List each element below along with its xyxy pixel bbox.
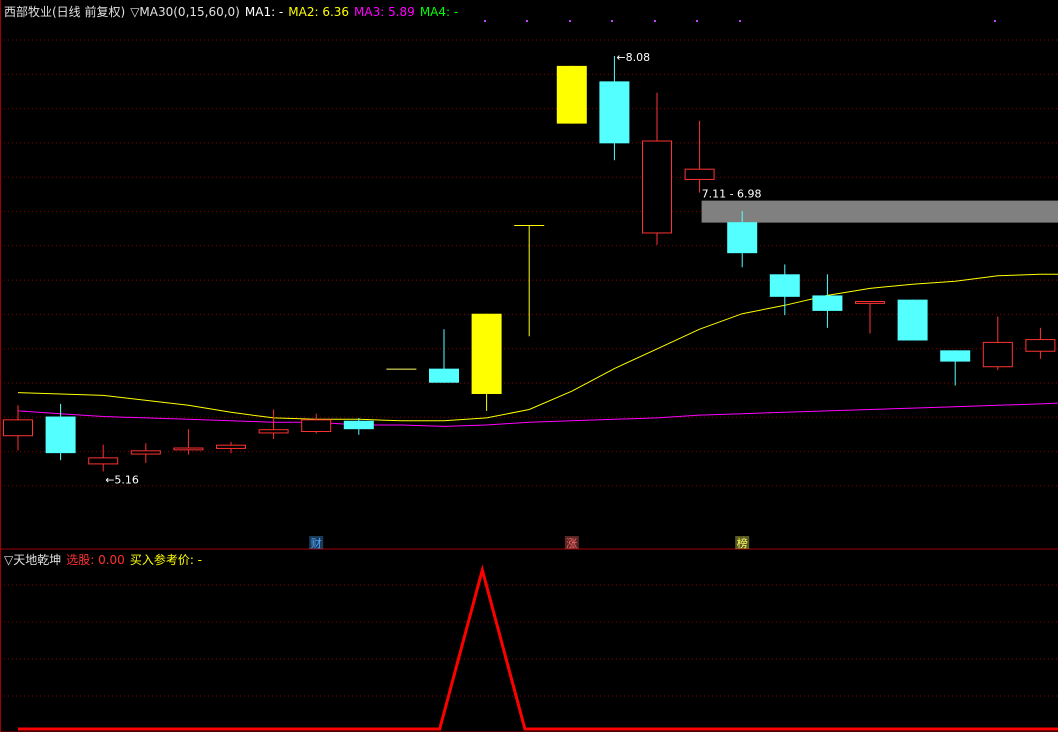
candle	[301, 413, 332, 434]
candle	[940, 350, 971, 386]
candle	[386, 368, 417, 370]
candle-body	[769, 274, 800, 297]
candle-body	[855, 301, 885, 304]
candle	[684, 120, 715, 193]
candle-body	[642, 140, 672, 234]
candle	[343, 417, 374, 435]
candle	[982, 316, 1013, 371]
candle	[855, 301, 885, 334]
candle-body	[812, 295, 843, 311]
top-marker-dot	[569, 20, 571, 22]
candle-body	[45, 416, 76, 454]
candle	[258, 409, 289, 440]
candle	[429, 329, 459, 383]
select-stock-value: 选股: 0.00	[66, 553, 125, 567]
candle-body	[130, 450, 161, 455]
candle-body	[173, 447, 204, 451]
candle-body	[556, 65, 587, 124]
ma3-value: MA3: 5.89	[354, 5, 415, 19]
candle-body	[1025, 339, 1056, 352]
candle-body	[3, 419, 33, 437]
top-marker-dot	[611, 20, 613, 22]
event-marker: 财	[311, 536, 322, 550]
candle-body	[599, 81, 630, 144]
gap-range-label: 7.11 - 6.98	[702, 188, 762, 201]
candle-body	[940, 350, 971, 362]
sub-chart-header: ▽天地乾坤 选股: 0.00 买入参考价: -	[4, 553, 207, 567]
top-marker-dot	[696, 20, 698, 22]
candle	[599, 56, 630, 161]
main-chart-header: 西部牧业(日线 前复权) ▽MA30(0,15,60,0) MA1: - MA2: 6…	[4, 5, 463, 19]
low-price-label: ←5.16	[105, 473, 139, 486]
ma-line-ma2	[17, 273, 1058, 422]
top-marker-dot	[654, 20, 656, 22]
candle-body	[386, 368, 417, 370]
top-marker-dot	[994, 20, 996, 22]
stock-chart-window: ←8.08 ←5.16 7.11 - 6.98 财 涨 榜 西部牧业(日线 前复权) ▽MA…	[0, 0, 1058, 732]
candle-body	[258, 429, 289, 434]
high-price-label: ←8.08	[616, 51, 650, 64]
top-marker-dot	[526, 20, 528, 22]
indicator-name[interactable]: ▽MA30(0,15,60,0)	[130, 5, 240, 19]
candle-body	[897, 299, 928, 341]
candle	[45, 403, 76, 461]
grid-lines	[0, 39, 1058, 697]
candle-body	[727, 222, 758, 254]
ma2-value: MA2: 6.36	[288, 5, 350, 19]
top-marker-dot	[739, 20, 741, 22]
candle	[897, 299, 928, 341]
candle	[812, 274, 843, 328]
candle-body	[88, 457, 119, 465]
chart-canvas[interactable]: ←8.08 ←5.16 7.11 - 6.98 财 涨 榜	[0, 0, 1058, 732]
signal-line	[18, 564, 1058, 731]
event-marker: 涨	[566, 537, 577, 550]
ma1-value: MA1: -	[244, 5, 284, 19]
candle-body	[343, 420, 374, 430]
buy-reference-price: 买入参考价: -	[129, 553, 203, 567]
candle-body	[301, 419, 332, 433]
candle-body	[982, 341, 1013, 368]
candle	[1025, 327, 1056, 359]
candle	[556, 65, 587, 124]
event-marker: 榜	[737, 536, 748, 550]
candle	[88, 444, 119, 472]
candle-body	[514, 225, 545, 227]
ma4-value: MA4: -	[419, 5, 459, 19]
candle-body	[684, 168, 715, 180]
candle-body	[471, 313, 502, 394]
top-marker-dot	[484, 20, 486, 22]
candle	[514, 225, 545, 337]
chart-title: 西部牧业(日线 前复权)	[4, 5, 126, 19]
candle	[173, 429, 204, 455]
sub-indicator-name[interactable]: ▽天地乾坤	[4, 553, 61, 567]
gap-box	[701, 200, 1058, 223]
candle-body	[216, 444, 246, 449]
candle	[471, 313, 502, 411]
candle-body	[429, 368, 459, 383]
candle	[642, 92, 672, 245]
candle	[130, 443, 161, 463]
